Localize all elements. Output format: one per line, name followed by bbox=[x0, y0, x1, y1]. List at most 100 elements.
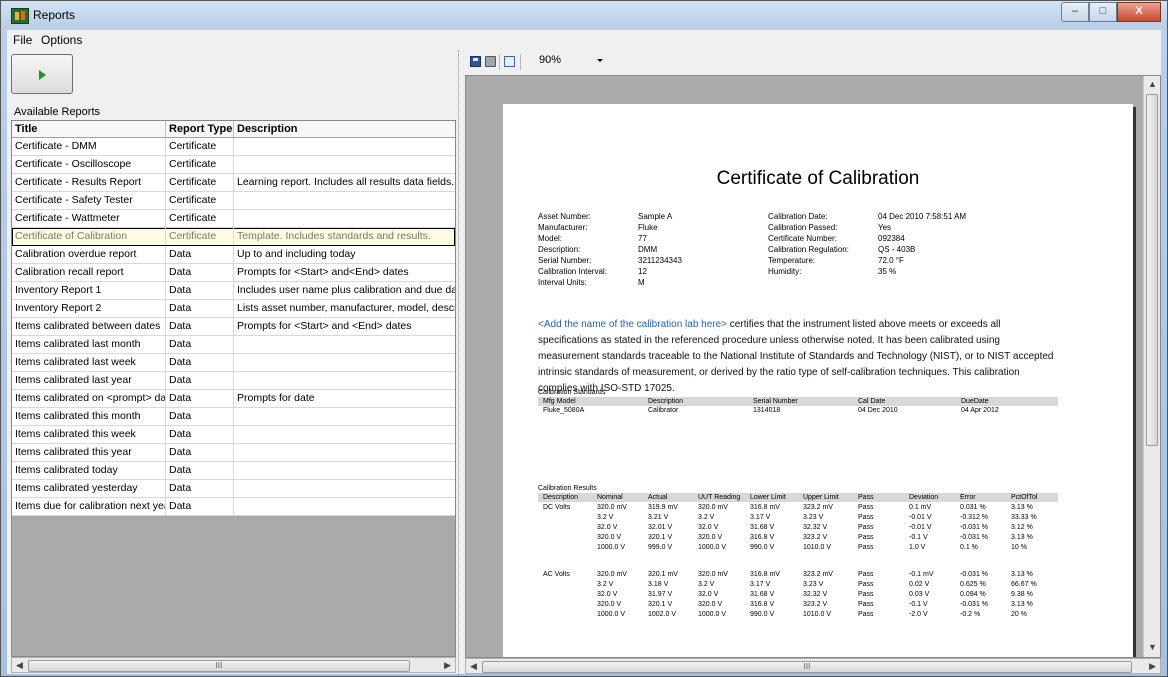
cell-title: Items calibrated between dates bbox=[12, 318, 166, 335]
results-cell: 999.0 V bbox=[648, 544, 673, 551]
results-cell: Pass bbox=[858, 611, 874, 618]
table-row[interactable]: Items calibrated last month Data bbox=[12, 336, 455, 354]
table-row[interactable]: Certificate of Calibration Certificate Tem… bbox=[12, 228, 455, 246]
report-preview[interactable]: Certificate of Calibration <Add the name… bbox=[465, 75, 1161, 658]
cell-report-type: Data bbox=[166, 408, 234, 425]
field-label: Certificate Number: bbox=[768, 234, 837, 243]
scroll-right-arrow-icon[interactable]: ▶ bbox=[1149, 661, 1156, 672]
run-report-button[interactable] bbox=[11, 54, 73, 94]
standards-cell: 04 Apr 2012 bbox=[961, 407, 999, 414]
table-row[interactable]: Items due for calibration next year Data bbox=[12, 498, 455, 516]
cell-description: Template. Includes standards and results… bbox=[237, 230, 431, 242]
results-cell: 32.32 V bbox=[803, 524, 828, 531]
table-row[interactable]: Items calibrated this week Data bbox=[12, 426, 455, 444]
zoom-select[interactable]: 90% bbox=[539, 54, 561, 66]
cell-title: Items calibrated this year bbox=[12, 444, 166, 461]
preview-horizontal-scrollbar[interactable]: ◀ III ▶ bbox=[465, 658, 1161, 674]
table-row[interactable]: Items calibrated today Data bbox=[12, 462, 455, 480]
cell-description bbox=[234, 354, 455, 371]
scroll-left-arrow-icon[interactable]: ◀ bbox=[16, 660, 23, 671]
results-cell: Pass bbox=[858, 534, 874, 541]
results-cell: 33.33 % bbox=[1011, 514, 1037, 521]
cell-title: Items due for calibration next year bbox=[12, 498, 166, 515]
chevron-down-icon[interactable] bbox=[597, 59, 603, 62]
results-cell: 1010.0 V bbox=[803, 544, 832, 551]
results-header-cell: UUT Reading bbox=[698, 494, 741, 501]
toolbar-separator bbox=[520, 54, 521, 70]
table-row[interactable]: Calibration recall report Data Prompts for… bbox=[12, 264, 455, 282]
scroll-up-arrow-icon[interactable]: ▲ bbox=[1148, 79, 1157, 89]
field-value: 04 Dec 2010 7:58:51 AM bbox=[878, 212, 967, 221]
preview-vertical-scrollbar[interactable]: ▲ ▼ bbox=[1143, 76, 1160, 657]
results-cell: 3.17 V bbox=[750, 581, 771, 588]
cell-description bbox=[234, 210, 455, 227]
reports-grid[interactable]: Title Report Type Description Certificat… bbox=[11, 120, 456, 657]
preview-scroll-thumb[interactable] bbox=[1146, 94, 1158, 446]
table-row[interactable]: Items calibrated between dates Data Prompt… bbox=[12, 318, 455, 336]
field-value: Yes bbox=[878, 223, 892, 232]
table-row[interactable]: Certificate - DMM Certificate bbox=[12, 138, 455, 156]
cell-report-type: Data bbox=[166, 444, 234, 461]
table-row[interactable]: Items calibrated last week Data bbox=[12, 354, 455, 372]
results-cell: -0.1 V bbox=[909, 601, 928, 608]
cell-report-type: Data bbox=[166, 390, 234, 407]
results-header-cell: Nominal bbox=[597, 494, 623, 501]
results-cell: 3.2 V bbox=[698, 514, 715, 521]
column-header-description[interactable]: Description bbox=[234, 121, 455, 137]
grid-horizontal-scrollbar[interactable]: ◀ III ▶ bbox=[11, 657, 456, 673]
results-cell: -2.0 V bbox=[909, 611, 928, 618]
cell-title: Certificate - Results Report bbox=[12, 174, 166, 191]
grid-scroll-thumb[interactable]: III bbox=[28, 660, 410, 672]
results-header-cell: Actual bbox=[648, 494, 668, 501]
minimize-button[interactable]: – bbox=[1061, 2, 1089, 22]
table-row[interactable]: Items calibrated on <prompt> date Data Pro… bbox=[12, 390, 455, 408]
print-icon[interactable] bbox=[485, 56, 496, 67]
cell-report-type: Data bbox=[166, 480, 234, 497]
cell-description bbox=[234, 372, 455, 389]
cell-description: Prompts for <Start> and<End> dates bbox=[237, 266, 409, 278]
table-row[interactable]: Items calibrated this year Data bbox=[12, 444, 455, 462]
results-cell: -0.2 % bbox=[960, 611, 981, 618]
column-header-title[interactable]: Title bbox=[12, 121, 166, 137]
scroll-left-arrow-icon[interactable]: ◀ bbox=[470, 661, 477, 672]
results-cell: 320.0 mV bbox=[698, 571, 728, 578]
table-row[interactable]: Items calibrated yesterday Data bbox=[12, 480, 455, 498]
table-row[interactable]: Inventory Report 2 Data Lists asset number… bbox=[12, 300, 455, 318]
cell-description bbox=[234, 498, 455, 515]
title-bar[interactable]: Reports – □ X bbox=[1, 1, 1167, 29]
menu-options[interactable]: Options bbox=[41, 33, 82, 47]
column-header-report-type[interactable]: Report Type bbox=[166, 121, 234, 137]
field-label: Temperature: bbox=[768, 256, 816, 265]
table-row[interactable]: Certificate - Safety Tester Certificate bbox=[12, 192, 455, 210]
menu-file[interactable]: File bbox=[13, 33, 32, 47]
close-button[interactable]: X bbox=[1117, 2, 1161, 22]
scroll-right-arrow-icon[interactable]: ▶ bbox=[444, 660, 451, 671]
cell-report-type: Data bbox=[166, 498, 234, 515]
cell-report-type: Data bbox=[166, 264, 234, 281]
table-row[interactable]: Items calibrated this month Data bbox=[12, 408, 455, 426]
table-row[interactable]: Certificate - Wattmeter Certificate bbox=[12, 210, 455, 228]
results-cell: -0.312 % bbox=[960, 514, 989, 521]
results-cell: 320.1 V bbox=[648, 534, 673, 541]
table-row[interactable]: Inventory Report 1 Data Includes user name… bbox=[12, 282, 455, 300]
standards-cell: Calibrator bbox=[648, 407, 679, 414]
results-cell: 3.23 V bbox=[803, 581, 824, 588]
standards-header-cell: Cal Date bbox=[858, 398, 886, 405]
cell-report-type: Certificate bbox=[166, 138, 234, 155]
results-cell: Pass bbox=[858, 544, 874, 551]
results-cell: 3.2 V bbox=[698, 581, 715, 588]
results-cell: 1000.0 V bbox=[698, 544, 727, 551]
table-row[interactable]: Certificate - Results Report Certificate L… bbox=[12, 174, 455, 192]
cell-title: Items calibrated this week bbox=[12, 426, 166, 443]
results-header-cell: Description bbox=[543, 494, 579, 501]
table-row[interactable]: Items calibrated last year Data bbox=[12, 372, 455, 390]
maximize-button[interactable]: □ bbox=[1089, 2, 1117, 22]
cell-title: Items calibrated last week bbox=[12, 354, 166, 371]
preview-h-scroll-thumb[interactable]: III bbox=[482, 661, 1132, 673]
table-row[interactable]: Calibration overdue report Data Up to and … bbox=[12, 246, 455, 264]
table-row[interactable]: Certificate - Oscilloscope Certificate bbox=[12, 156, 455, 174]
scroll-down-arrow-icon[interactable]: ▼ bbox=[1148, 642, 1157, 652]
results-cell: 320.1 V bbox=[648, 601, 673, 608]
save-icon[interactable] bbox=[470, 56, 481, 67]
copy-icon[interactable] bbox=[504, 56, 515, 67]
